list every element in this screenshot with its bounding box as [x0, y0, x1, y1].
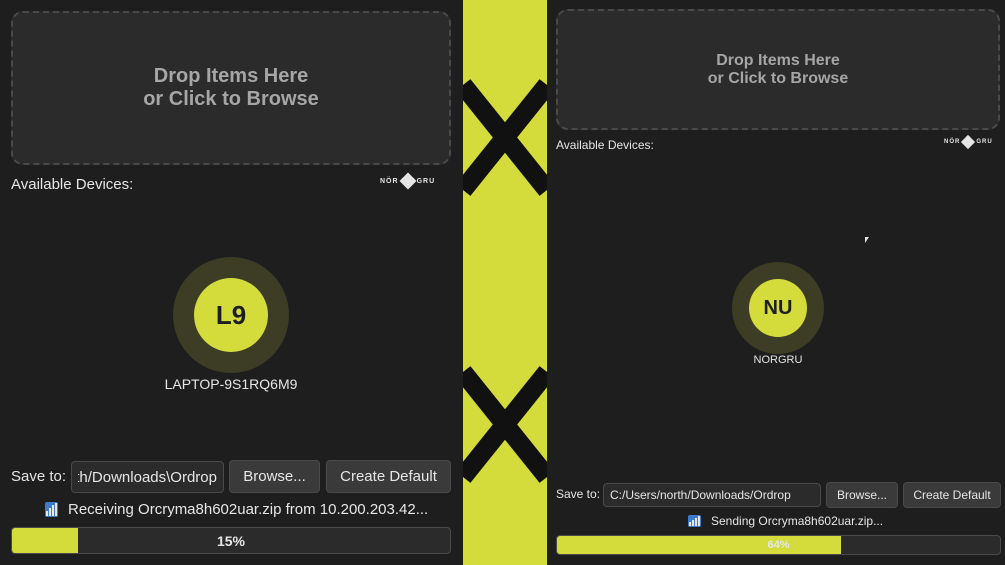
transfer-status-text: Sending Orcryma8h602uar.zip... — [711, 514, 884, 528]
transfer-status-text: Receiving Orcryma8h602uar.zip from 10.20… — [68, 501, 429, 518]
left-app-window: Drop Items Here or Click to Browse Avail… — [0, 0, 463, 565]
drop-zone[interactable]: Drop Items Here or Click to Browse — [11, 11, 451, 165]
progress-percent: 64% — [767, 539, 790, 551]
drop-zone-line-2: or Click to Browse — [707, 69, 849, 87]
norgru-logo-icon: NÖR GRU — [944, 134, 993, 150]
create-default-button[interactable]: Create Default — [903, 482, 1001, 508]
save-path-input[interactable] — [603, 483, 821, 507]
logo-diamond-icon — [399, 172, 417, 190]
right-app-window: Drop Items Here or Click to Browse Avail… — [547, 0, 1005, 565]
logo-text-right: GRU — [976, 139, 993, 145]
create-default-button[interactable]: Create Default — [326, 460, 451, 493]
logo-text-right: GRU — [416, 177, 436, 185]
browse-button[interactable]: Browse... — [229, 460, 320, 493]
drop-zone-line-1: Drop Items Here — [716, 51, 840, 69]
device-name: NORGRU — [753, 354, 803, 366]
norgru-logo-icon: NÖR GRU — [380, 172, 436, 190]
drop-zone-line-2: or Click to Browse — [143, 88, 319, 110]
device-avatar: NU — [749, 279, 807, 337]
logo-text-left: NÖR — [944, 139, 961, 145]
device-avatar-ring: L9 — [173, 257, 289, 373]
drop-zone[interactable]: Drop Items Here or Click to Browse — [556, 9, 1000, 130]
transfer-status: Sending Orcryma8h602uar.zip... — [688, 514, 883, 528]
save-path-input[interactable] — [71, 461, 224, 493]
device-card[interactable]: L9 LAPTOP-9S1RQ6M9 — [131, 257, 331, 392]
device-avatar: L9 — [194, 278, 268, 352]
mouse-cursor-icon — [865, 237, 869, 243]
drop-zone-line-1: Drop Items Here — [153, 65, 309, 87]
available-devices-label: Available Devices: — [11, 176, 134, 193]
save-to-label: Save to: — [556, 487, 601, 501]
save-to-label: Save to: — [11, 468, 67, 485]
available-devices-label: Available Devices: — [556, 138, 654, 152]
device-avatar-ring: NU — [732, 262, 824, 354]
progress-bar: 15% — [11, 527, 451, 554]
device-card[interactable]: NU NORGRU — [728, 262, 828, 366]
progress-bar: 64% — [556, 535, 1001, 555]
browse-button[interactable]: Browse... — [826, 482, 898, 508]
signal-bars-icon — [45, 502, 58, 517]
logo-text-left: NÖR — [380, 177, 399, 185]
logo-diamond-icon — [961, 134, 976, 150]
device-name: LAPTOP-9S1RQ6M9 — [164, 376, 298, 392]
divider-pattern — [463, 0, 547, 565]
signal-bars-icon — [688, 515, 701, 527]
progress-percent: 15% — [216, 532, 246, 549]
transfer-status: Receiving Orcryma8h602uar.zip from 10.20… — [45, 501, 428, 518]
